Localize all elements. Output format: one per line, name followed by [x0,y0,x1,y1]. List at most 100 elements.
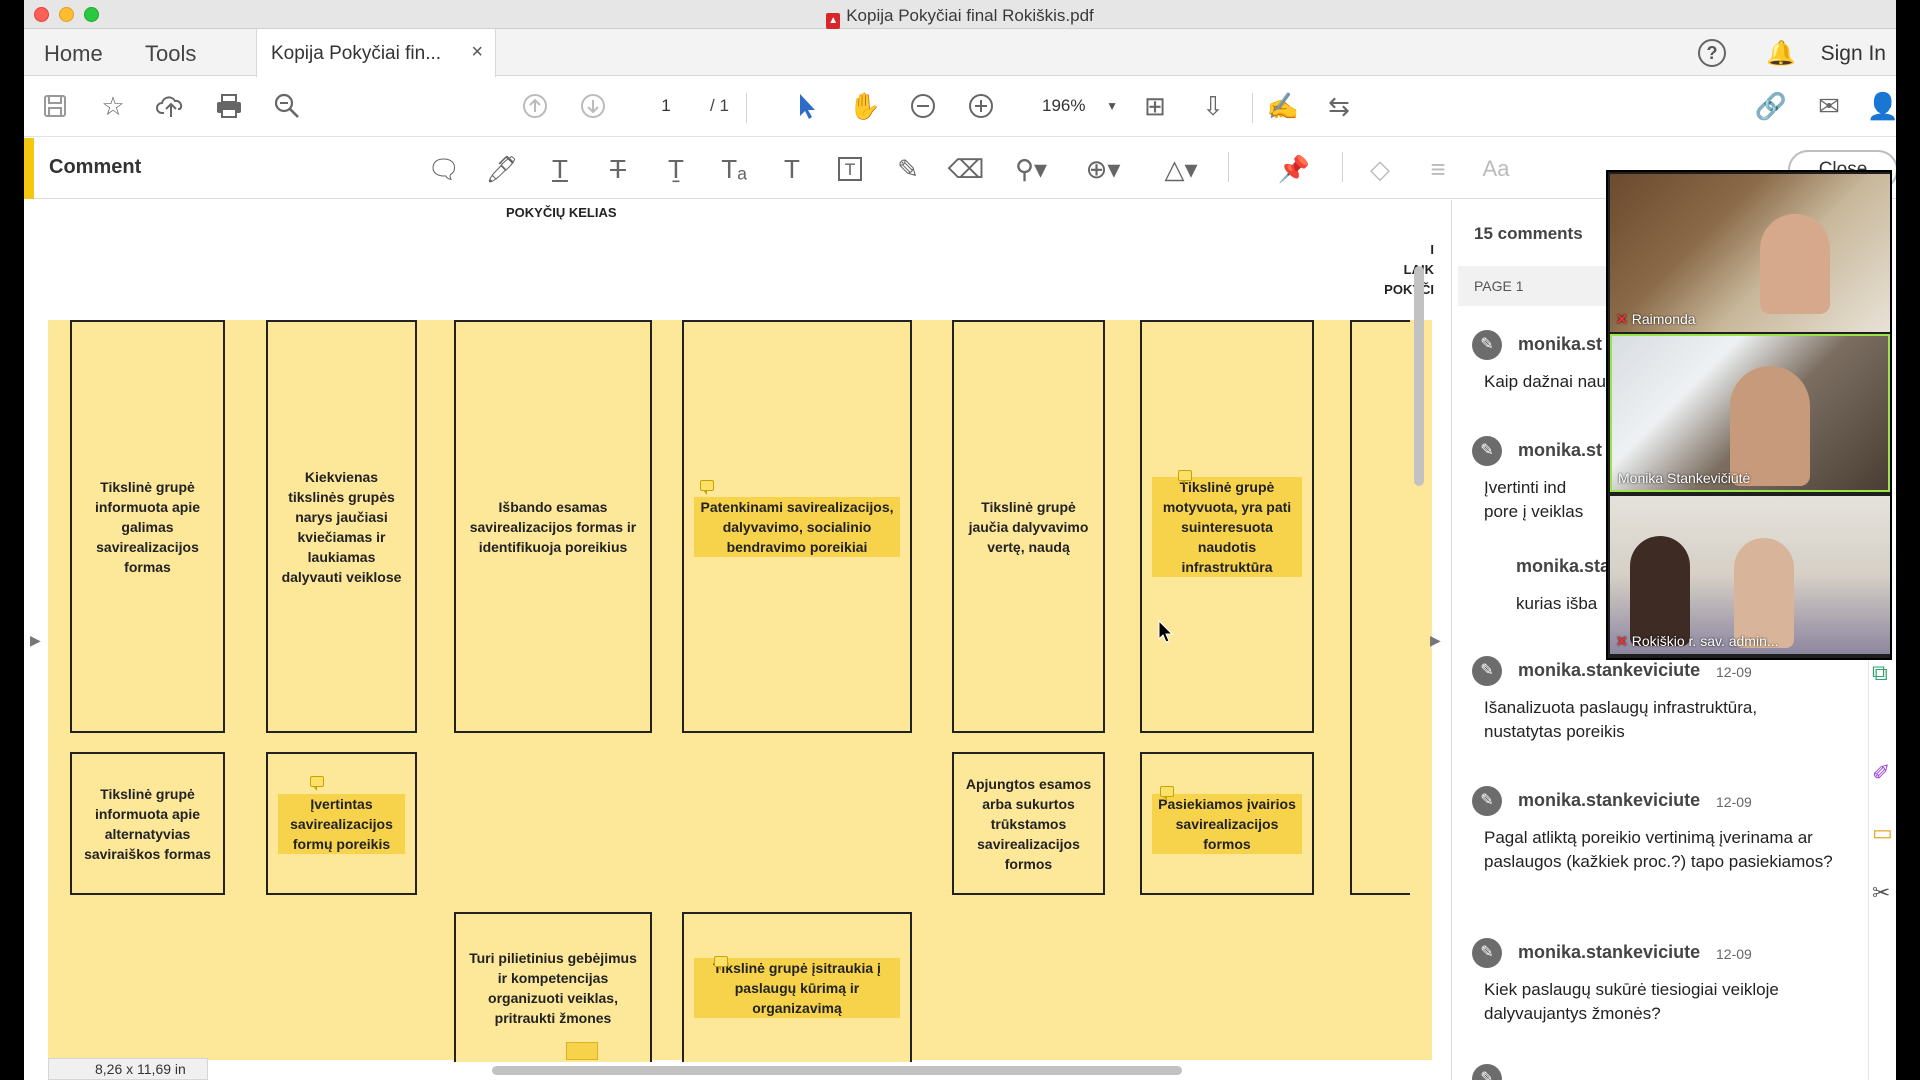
star-icon[interactable]: ☆ [94,87,132,125]
comment-date: 12-09 [1716,664,1752,680]
goal-box[interactable]: Apjungtos esamos arba sukurtos trūkstamo… [952,752,1105,895]
document-heading: POKYČIŲ KELIAS [506,205,617,220]
goal-box-text: Patenkinami savirealizacijos, dalyvavimo… [694,496,900,557]
pin-icon[interactable]: 📌 [1274,150,1314,188]
stamp-icon[interactable]: ⚲▾ [1004,150,1058,188]
tab-bar: Home Tools Kopija Pokyčiai fin... × ? 🔔 … [24,29,1896,77]
comment-accent-bar [24,138,34,199]
sign-in-button[interactable]: Sign In [1821,42,1886,66]
close-tab-button[interactable]: × [471,41,483,64]
title-bar: ▲ Kopija Pokyčiai final Rokiškis.pdf [24,0,1896,29]
participant-name: ✕ Rokiškio r. sav. admin... [1616,633,1779,650]
pencil-icon[interactable]: ✎ [888,150,928,188]
hand-tool-icon[interactable]: ✋ [846,87,884,125]
share-link-icon[interactable]: 🔗 [1752,87,1790,125]
video-tile[interactable]: ✕ Raimonda [1610,174,1890,332]
save-icon[interactable] [36,87,74,125]
page-size-label: 8,26 x 11,69 in [48,1058,208,1080]
edit-pdf-icon[interactable]: ✐ [1872,760,1890,786]
comment-marker-icon[interactable] [700,480,714,495]
zoom-level-value: 196% [1042,96,1086,115]
scrolling-mode-icon[interactable]: ⇩ [1194,87,1232,125]
share-icon[interactable]: ⇆ [1320,87,1358,125]
print-icon[interactable] [210,87,248,125]
bell-icon[interactable]: 🔔 [1766,39,1796,68]
insert-text-icon[interactable]: Tₐ [714,150,754,188]
goal-box-partial[interactable] [1350,320,1410,895]
goal-box[interactable]: Tikslinė grupė jaučia dalyvavimo vertę, … [952,320,1105,733]
goal-box-highlighted[interactable]: Įvertintas savirealizacijos formų poreik… [266,752,417,895]
avatar-icon: ✎ [1472,786,1502,816]
previous-page-icon[interactable] [516,87,554,125]
email-icon[interactable]: ✉ [1810,87,1848,125]
underline-text-icon[interactable]: T [540,150,580,188]
text-box-icon[interactable]: T [830,150,870,188]
highlight-icon[interactable]: 🖊 [482,150,522,188]
goal-box-highlighted[interactable]: Pasiekiamos įvairios savirealizacijos fo… [1140,752,1314,895]
comment-marker-icon[interactable] [1178,470,1192,485]
participant-figure [1760,214,1830,314]
goal-box-text: Tikslinė grupė informuota apie galimas s… [94,478,200,575]
export-pdf-icon[interactable]: ⧉ [1872,660,1888,686]
video-tile-active-speaker[interactable]: Monika Stankevičiūtė [1610,334,1890,492]
goal-box-text: Kiekvienas tikslinės grupės narys jaučia… [281,468,402,585]
comment-marker-icon[interactable] [714,956,728,971]
add-user-icon[interactable]: 👤 [1864,87,1896,125]
desktop: ▲ Kopija Pokyčiai final Rokiškis.pdf Home… [0,0,1920,1080]
shapes-icon[interactable]: △▾ [1154,150,1208,188]
select-cursor-icon[interactable] [788,87,826,125]
strikethrough-icon[interactable]: T [598,150,638,188]
vertical-scrollbar[interactable] [1414,266,1424,486]
window-title-text: Kopija Pokyčiai final Rokiškis.pdf [846,6,1094,25]
next-page-icon[interactable] [574,87,612,125]
comment-body: Išanalizuota paslaugų infrastruktūra, nu… [1484,698,1758,741]
goal-box[interactable]: Tikslinė grupė informuota apie alternaty… [70,752,225,895]
zoom-in-icon[interactable] [962,87,1000,125]
font-icon[interactable]: Aa [1476,150,1516,188]
add-text-icon[interactable]: T [772,150,812,188]
goal-box-text: Tikslinė grupė informuota apie alternaty… [84,785,211,862]
horizontal-scrollbar[interactable] [492,1066,1182,1075]
fill-color-icon[interactable]: ◇ [1360,150,1400,188]
cloud-upload-icon[interactable] [152,87,190,125]
create-pdf-icon[interactable]: ▭ [1872,820,1893,846]
comment-date: 12-09 [1716,946,1752,962]
goal-box[interactable]: Tikslinė grupė informuota apie galimas s… [70,320,225,733]
more-tools-icon[interactable]: ✂ [1872,880,1890,906]
zoom-out-icon[interactable] [904,87,942,125]
goal-box[interactable]: Kiekvienas tikslinės grupės narys jaučia… [266,320,417,733]
fit-page-icon[interactable]: ⊞ [1136,87,1174,125]
sticky-note-icon[interactable] [566,1042,598,1060]
goal-box[interactable]: Išbando esamas savirealizacijos formas i… [454,320,652,733]
tab-tools[interactable]: Tools [145,41,196,67]
eraser-icon[interactable]: ⌫ [946,150,986,188]
tab-home[interactable]: Home [44,41,103,67]
window-title: ▲ Kopija Pokyčiai final Rokiškis.pdf [24,6,1896,29]
help-icon[interactable]: ? [1698,39,1726,67]
tab-document[interactable]: Kopija Pokyčiai fin... × [256,29,496,77]
zoom-level-select[interactable]: 196% ▼ [1016,90,1126,122]
goal-box-highlighted[interactable]: Tikslinė grupė motyvuota, yra pati suint… [1140,320,1314,733]
avatar-icon: ✎ [1472,330,1502,360]
attach-file-icon[interactable]: ⊕▾ [1076,150,1130,188]
sticky-note-icon[interactable]: 🗨 [424,150,464,188]
comment-body: Įvertinti ind pore į veiklas [1484,478,1584,521]
page-number-input[interactable]: 1 [640,90,692,122]
goal-box[interactable]: Turi pilietinius gebėjimus ir kompetenci… [454,912,652,1062]
left-panel-toggle-icon[interactable]: ▶ [30,632,41,649]
muted-mic-icon: ✕ [1616,633,1628,649]
comment-marker-icon[interactable] [1160,786,1174,801]
comment-date: 12-09 [1716,794,1752,810]
right-panel-toggle-icon[interactable]: ▶ [1430,632,1441,649]
comment-marker-icon[interactable] [310,776,324,791]
goal-box-text: Tikslinė grupė motyvuota, yra pati suint… [1152,476,1302,577]
video-call-overlay: ✕ Raimonda Monika Stankevičiūtė ✕ Rokiškio… [1606,170,1892,660]
line-weight-icon[interactable]: ≡ [1418,150,1458,188]
search-icon[interactable] [268,87,306,125]
video-tile[interactable]: ✕ Rokiškio r. sav. admin... [1610,496,1890,654]
sign-icon[interactable]: ✍ [1264,87,1302,125]
pdf-icon: ▲ [826,13,841,29]
goal-box-highlighted[interactable]: Tikslinė grupė įsitraukia į paslaugų kūr… [682,912,912,1062]
replace-text-icon[interactable]: Ṯ [656,150,696,188]
goal-box-highlighted[interactable]: Patenkinami savirealizacijos, dalyvavimo… [682,320,912,733]
